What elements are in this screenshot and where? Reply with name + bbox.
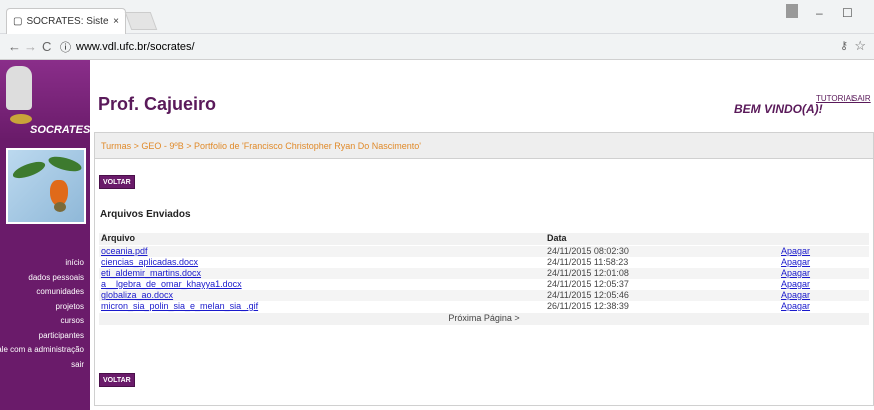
table-row: oceania.pdf 24/11/2015 08:02:30 Apagar <box>99 246 869 257</box>
delete-link[interactable]: Apagar <box>781 290 810 300</box>
file-link[interactable]: micron_sia_polin_sia_e_melan_sia_.gif <box>101 301 258 311</box>
back-button-bottom[interactable]: VOLTAR <box>99 373 135 387</box>
new-tab-button[interactable] <box>124 12 158 30</box>
file-date: 24/11/2015 11:58:23 <box>547 257 629 267</box>
delete-link[interactable]: Apagar <box>781 279 810 289</box>
url-text: www.vdl.ufc.br/socrates/ <box>76 41 195 53</box>
file-date: 24/11/2015 08:02:30 <box>547 246 629 256</box>
sidebar-item-fale-com-admin[interactable]: fale com a administração <box>0 343 84 358</box>
file-date: 26/11/2015 12:38:39 <box>547 301 629 311</box>
sidebar-item-sair[interactable]: sair <box>0 358 84 373</box>
sidebar-menu: início dados pessoais comunidades projet… <box>0 256 84 372</box>
file-date: 24/11/2015 12:05:46 <box>547 290 629 300</box>
tutorial-link[interactable]: TUTORIAL <box>816 94 855 103</box>
sidebar-item-participantes[interactable]: participantes <box>0 329 84 344</box>
sidebar-item-inicio[interactable]: início <box>0 256 84 271</box>
delete-link[interactable]: Apagar <box>781 246 810 256</box>
breadcrumb[interactable]: Turmas > GEO - 9ºB > Portfolio de 'Franc… <box>101 141 421 151</box>
maximize-button[interactable]: ☐ <box>842 6 853 20</box>
delete-link[interactable]: Apagar <box>781 257 810 267</box>
logo-lamp-icon <box>10 114 32 124</box>
file-date: 24/11/2015 12:05:37 <box>547 279 629 289</box>
address-bar-row: ← → C ⓘ www.vdl.ufc.br/socrates/ ⚷ ☆ <box>0 34 874 60</box>
minimize-button[interactable]: – <box>816 6 823 20</box>
socrates-logo[interactable]: SOCRATES <box>0 60 90 140</box>
file-link[interactable]: ciencias_aplicadas.docx <box>101 257 198 267</box>
next-page-link[interactable]: Próxima Página > <box>99 313 869 325</box>
page-header: Prof. Cajueiro BEM VINDO(A)! TUTORIAL SA… <box>90 60 874 130</box>
url-field[interactable]: ⓘ www.vdl.ufc.br/socrates/ <box>60 38 840 56</box>
key-icon[interactable]: ⚷ <box>840 39 848 52</box>
logo-text: SOCRATES <box>30 124 91 136</box>
logo-figure-icon <box>6 66 32 110</box>
sidebar-item-comunidades[interactable]: comunidades <box>0 285 84 300</box>
table-row: globaliza_ao.docx 24/11/2015 12:05:46 Ap… <box>99 290 869 301</box>
delete-link[interactable]: Apagar <box>781 268 810 278</box>
table-header-row: Arquivo Data <box>99 233 869 245</box>
table-row: a__lgebra_de_omar_khayya1.docx 24/11/201… <box>99 279 869 290</box>
breadcrumb-bar: Turmas > GEO - 9ºB > Portfolio de 'Franc… <box>95 133 873 159</box>
user-avatar[interactable] <box>786 4 798 18</box>
section-title: Arquivos Enviados <box>100 209 191 220</box>
leaf-icon <box>47 153 83 175</box>
leaf-icon <box>10 158 48 182</box>
bookmark-star-icon[interactable]: ☆ <box>854 38 866 54</box>
close-tab-icon[interactable]: × <box>113 16 119 27</box>
tab-title: SÓCRATES: Sistema Onli <box>26 16 109 27</box>
file-link[interactable]: oceania.pdf <box>101 246 148 256</box>
table-row: micron_sia_polin_sia_e_melan_sia_.gif 26… <box>99 301 869 312</box>
sidebar-item-dados-pessoais[interactable]: dados pessoais <box>0 271 84 286</box>
reload-button[interactable]: C <box>42 39 51 54</box>
page-icon: ▢ <box>13 16 23 27</box>
back-button[interactable]: ← <box>8 39 21 54</box>
cashew-photo <box>6 148 86 224</box>
file-link[interactable]: globaliza_ao.docx <box>101 290 173 300</box>
main-panel: Turmas > GEO - 9ºB > Portfolio de 'Franc… <box>94 132 874 406</box>
sidebar: SOCRATES início dados pessoais comunidad… <box>0 60 90 410</box>
welcome-banner: BEM VINDO(A)! <box>734 102 823 116</box>
cashew-nut-icon <box>54 202 66 212</box>
table-row: eti_aldemir_martins.docx 24/11/2015 12:0… <box>99 268 869 279</box>
file-date: 24/11/2015 12:01:08 <box>547 268 629 278</box>
info-icon[interactable]: ⓘ <box>60 39 71 55</box>
file-link[interactable]: a__lgebra_de_omar_khayya1.docx <box>101 279 242 289</box>
logout-link[interactable]: SAIR <box>852 94 871 103</box>
sidebar-item-cursos[interactable]: cursos <box>0 314 84 329</box>
browser-tabbar: ▢ SÓCRATES: Sistema Onli × – ☐ <box>0 0 874 34</box>
delete-link[interactable]: Apagar <box>781 301 810 311</box>
browser-tab[interactable]: ▢ SÓCRATES: Sistema Onli × <box>6 8 126 34</box>
page-title: Prof. Cajueiro <box>98 94 217 114</box>
column-header-file: Arquivo <box>101 233 136 243</box>
forward-button[interactable]: → <box>24 39 37 54</box>
back-button-top[interactable]: VOLTAR <box>99 175 135 189</box>
file-link[interactable]: eti_aldemir_martins.docx <box>101 268 201 278</box>
column-header-date: Data <box>547 233 567 243</box>
sidebar-item-projetos[interactable]: projetos <box>0 300 84 315</box>
table-row: ciencias_aplicadas.docx 24/11/2015 11:58… <box>99 257 869 268</box>
